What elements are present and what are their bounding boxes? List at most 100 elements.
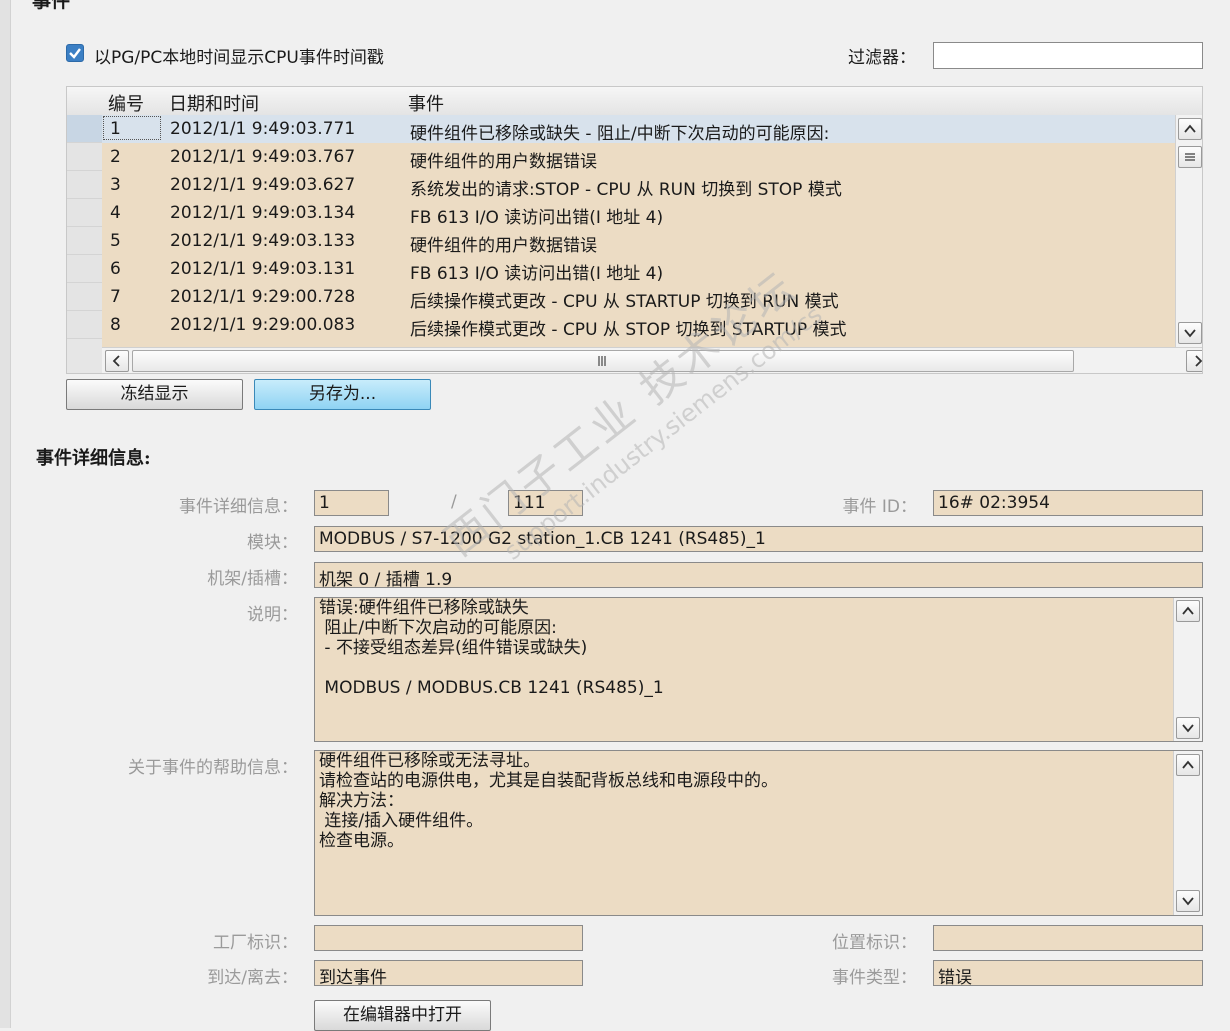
cell-datetime: 2012/1/1 9:49:03.771 [170, 119, 356, 139]
row-header[interactable] [67, 143, 102, 171]
row-header[interactable] [67, 199, 102, 227]
cell-datetime: 2012/1/1 9:49:03.767 [170, 147, 356, 167]
help-label: 关于事件的帮助信息： [128, 758, 298, 778]
table-row[interactable]: 7 2012/1/1 9:29:00.728 后续操作模式更改 - CPU 从 … [67, 283, 1175, 312]
cell-datetime: 2012/1/1 9:49:03.627 [170, 175, 356, 195]
cell-number: 5 [110, 231, 121, 251]
cell-event: 硬件组件已移除或缺失 - 阻止/中断下次启动的可能原因: [410, 124, 830, 144]
details-title: 事件详细信息: [36, 448, 151, 469]
chevron-down-icon [1182, 897, 1194, 906]
cell-event: 后续操作模式更改 - CPU 从 STARTUP 切换到 RUN 模式 [410, 292, 839, 312]
help-textarea[interactable]: 硬件组件已移除或无法寻址。 请检查站的电源供电，尤其是自装配背板总线和电源段中的… [314, 750, 1203, 916]
cell-event: FB 613 I/O 读访问出错(I 地址 4) [410, 264, 664, 284]
event-type-label: 事件类型： [832, 968, 917, 988]
table-horizontal-scrollbar[interactable] [102, 347, 1202, 373]
arrival-label: 到达/离去： [207, 968, 298, 988]
scroll-left-button[interactable] [105, 350, 129, 372]
row-header[interactable] [67, 115, 102, 143]
cell-number: 1 [110, 119, 121, 139]
chevron-up-icon [1182, 606, 1194, 615]
cell-number: 8 [110, 315, 121, 335]
row-header[interactable] [67, 311, 102, 339]
event-id-field[interactable]: 16# 02:3954 [933, 490, 1203, 516]
save-as-button[interactable]: 另存为... [254, 379, 431, 410]
index-separator: / [451, 492, 457, 512]
open-in-editor-button[interactable]: 在编辑器中打开 [314, 1000, 491, 1031]
scroll-down-button[interactable] [1178, 322, 1202, 344]
table-vertical-scrollbar[interactable] [1175, 115, 1202, 347]
cell-event: 硬件组件的用户数据错误 [410, 152, 597, 172]
rack-slot-label: 机架/插槽： [207, 569, 298, 589]
event-type-field[interactable]: 错误 [933, 960, 1203, 986]
row-header[interactable] [67, 227, 102, 255]
scroll-right-button[interactable] [1186, 350, 1202, 372]
description-label: 说明： [247, 605, 298, 625]
cell-number: 3 [110, 175, 121, 195]
column-header-datetime[interactable]: 日期和时间 [169, 90, 259, 116]
row-header[interactable] [67, 255, 102, 283]
chevron-left-icon [112, 355, 120, 367]
check-icon [69, 48, 81, 59]
description-textarea[interactable]: 错误:硬件组件已移除或缺失 阻止/中断下次启动的可能原因: - 不接受组态差异(… [314, 597, 1203, 742]
plant-id-label: 工厂标识： [213, 933, 298, 953]
location-id-label: 位置标识： [832, 933, 917, 953]
total-field[interactable]: 111 [508, 490, 583, 516]
left-panel-edge [0, 0, 11, 1028]
table-row[interactable]: 4 2012/1/1 9:49:03.134 FB 613 I/O 读访问出错(… [67, 199, 1175, 228]
cell-datetime: 2012/1/1 9:29:00.083 [170, 315, 356, 335]
row-header[interactable] [67, 171, 102, 199]
table-row[interactable]: 8 2012/1/1 9:29:00.083 后续操作模式更改 - CPU 从 … [67, 311, 1175, 340]
horizontal-scroll-thumb[interactable] [132, 350, 1074, 372]
cell-datetime: 2012/1/1 9:29:00.728 [170, 287, 356, 307]
cell-datetime: 2012/1/1 9:49:03.131 [170, 259, 356, 279]
grip-lines-icon [1185, 153, 1195, 161]
row-header[interactable] [67, 283, 102, 311]
freeze-display-button[interactable]: 冻结显示 [66, 379, 243, 410]
event-id-label: 事件 ID： [842, 497, 917, 517]
table-header: 编号 日期和时间 事件 [67, 87, 1202, 116]
current-index-field[interactable]: 1 [314, 490, 389, 516]
cell-datetime: 2012/1/1 9:49:03.133 [170, 231, 356, 251]
cell-event: 系统发出的请求:STOP - CPU 从 RUN 切换到 STOP 模式 [410, 180, 842, 200]
filter-label: 过滤器： [848, 48, 916, 68]
table-row[interactable]: 3 2012/1/1 9:49:03.627 系统发出的请求:STOP - CP… [67, 171, 1175, 200]
module-label: 模块： [247, 533, 298, 553]
cell-number: 6 [110, 259, 121, 279]
scroll-down-button[interactable] [1176, 890, 1200, 912]
column-header-event[interactable]: 事件 [408, 90, 444, 116]
local-time-label: 以PG/PC本地时间显示CPU事件时间戳 [94, 48, 384, 68]
chevron-up-icon [1182, 760, 1194, 769]
scroll-down-button[interactable] [1176, 717, 1200, 739]
description-text: 错误:硬件组件已移除或缺失 阻止/中断下次启动的可能原因: - 不接受组态差异(… [319, 598, 664, 698]
section-title: 事件 [32, 0, 71, 12]
local-time-checkbox[interactable] [66, 44, 84, 62]
table-row[interactable]: 2 2012/1/1 9:49:03.767 硬件组件的用户数据错误 [67, 143, 1175, 172]
chevron-right-icon [1195, 355, 1202, 367]
column-header-number[interactable]: 编号 [108, 90, 144, 116]
event-table: 编号 日期和时间 事件 1 2012/1/1 9:49:03.771 硬件组件已… [66, 86, 1203, 374]
help-scrollbar[interactable] [1173, 751, 1202, 915]
grip-lines-icon [598, 356, 606, 366]
plant-id-field[interactable] [314, 925, 583, 951]
module-field[interactable]: MODBUS / S7-1200 G2 station_1.CB 1241 (R… [314, 526, 1203, 552]
description-scrollbar[interactable] [1173, 598, 1202, 741]
table-row[interactable]: 1 2012/1/1 9:49:03.771 硬件组件已移除或缺失 - 阻止/中… [67, 115, 1175, 144]
chevron-down-icon [1184, 329, 1196, 338]
scroll-up-button[interactable] [1176, 600, 1200, 622]
location-id-field[interactable] [933, 925, 1203, 951]
scroll-thumb[interactable] [1178, 146, 1202, 168]
table-row[interactable]: 5 2012/1/1 9:49:03.133 硬件组件的用户数据错误 [67, 227, 1175, 256]
detail-index-label: 事件详细信息： [179, 497, 298, 517]
scroll-up-button[interactable] [1178, 118, 1202, 140]
arrival-field[interactable]: 到达事件 [314, 960, 583, 986]
filter-input[interactable] [933, 42, 1203, 69]
cell-number: 2 [110, 147, 121, 167]
rack-slot-field[interactable]: 机架 0 / 插槽 1.9 [314, 562, 1203, 588]
scroll-up-button[interactable] [1176, 754, 1200, 776]
help-text: 硬件组件已移除或无法寻址。 请检查站的电源供电，尤其是自装配背板总线和电源段中的… [319, 751, 778, 851]
cell-datetime: 2012/1/1 9:49:03.134 [170, 203, 356, 223]
cell-number: 4 [110, 203, 121, 223]
cell-event: 后续操作模式更改 - CPU 从 STOP 切换到 STARTUP 模式 [410, 320, 847, 340]
table-row[interactable]: 6 2012/1/1 9:49:03.131 FB 613 I/O 读访问出错(… [67, 255, 1175, 284]
cell-number: 7 [110, 287, 121, 307]
